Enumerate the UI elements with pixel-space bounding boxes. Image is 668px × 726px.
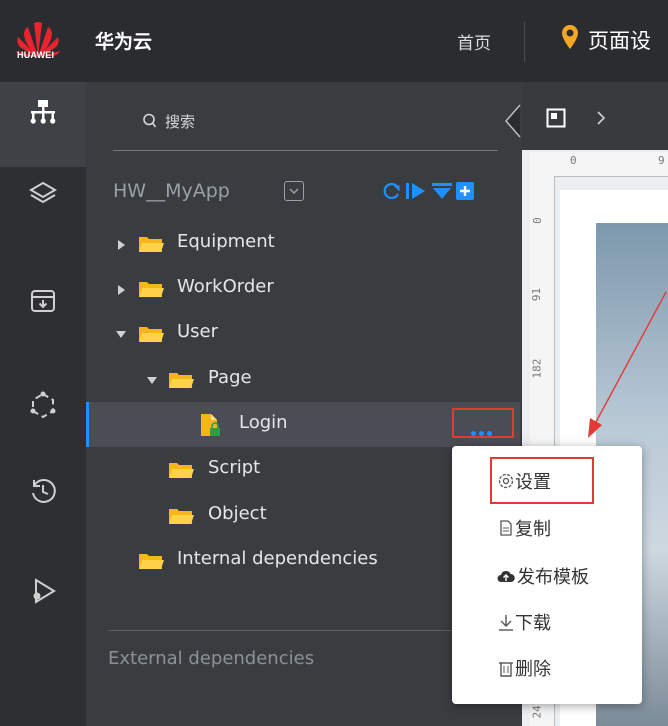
folder-icon bbox=[139, 282, 164, 297]
tree-item-user[interactable]: User bbox=[177, 321, 218, 342]
folder-open-icon bbox=[139, 327, 164, 342]
cloud-upload-icon bbox=[497, 570, 515, 582]
tree-item-workorder[interactable]: WorkOrder bbox=[177, 276, 274, 297]
menu-item-publish-template[interactable]: 发布模板 bbox=[517, 563, 589, 589]
refresh-icon[interactable] bbox=[382, 181, 402, 201]
trash-icon bbox=[499, 662, 513, 677]
home-link[interactable]: 首页 bbox=[457, 29, 491, 54]
menu-item-download[interactable]: 下载 bbox=[515, 609, 551, 635]
tree-item-object[interactable]: Object bbox=[208, 503, 267, 524]
folder-icon bbox=[139, 237, 164, 252]
add-icon[interactable] bbox=[455, 181, 475, 201]
collapse-arrow-icon[interactable] bbox=[116, 331, 126, 338]
gear-icon bbox=[498, 473, 514, 489]
collapse-panel-icon[interactable] bbox=[504, 103, 522, 139]
tree-item-internal-dependencies[interactable]: Internal dependencies bbox=[177, 548, 378, 569]
copy-icon bbox=[500, 520, 512, 536]
tree-item-script[interactable]: Script bbox=[208, 457, 260, 478]
huawei-logo-icon[interactable] bbox=[14, 12, 62, 70]
archive-download-icon[interactable] bbox=[28, 285, 58, 315]
folder-icon bbox=[169, 463, 194, 478]
menu-item-settings[interactable]: 设置 bbox=[515, 468, 551, 494]
tree-item-equipment[interactable]: Equipment bbox=[177, 231, 275, 252]
ruler-label: 9 bbox=[658, 154, 665, 167]
header-divider bbox=[524, 22, 525, 62]
tree-structure-icon[interactable] bbox=[28, 97, 58, 127]
app-name[interactable]: HW__MyApp bbox=[113, 180, 230, 202]
ruler-label: 0 bbox=[530, 217, 544, 224]
top-bar: HUAWEI 华为云 首页 页面设 bbox=[0, 0, 668, 82]
more-dots-icon bbox=[471, 421, 495, 440]
download-icon bbox=[499, 615, 513, 631]
page-file-icon bbox=[201, 414, 220, 436]
menu-item-copy[interactable]: 复制 bbox=[515, 515, 551, 541]
context-menu: 设置 复制 发布模板 下载 删除 bbox=[452, 446, 642, 704]
tree-item-login[interactable]: Login bbox=[239, 412, 288, 433]
folder-open-icon bbox=[169, 373, 194, 388]
expand-arrow-icon[interactable] bbox=[118, 285, 125, 295]
search-icon bbox=[143, 113, 157, 128]
ruler-label: 182 bbox=[530, 358, 544, 379]
location-pin-icon bbox=[562, 25, 578, 49]
connection-cycle-icon[interactable] bbox=[28, 390, 58, 420]
logo-text: HUAWEI bbox=[17, 50, 55, 60]
collapse-all-icon[interactable] bbox=[431, 181, 453, 201]
collapse-arrow-icon[interactable] bbox=[147, 377, 157, 384]
page-layout-icon[interactable] bbox=[546, 108, 566, 128]
annotation-arrow bbox=[588, 291, 667, 438]
horizontal-ruler: 0 9 bbox=[530, 152, 668, 177]
expand-arrow-icon[interactable] bbox=[118, 240, 125, 250]
canvas-toolbar bbox=[522, 82, 668, 150]
search-input[interactable]: 搜索 bbox=[165, 111, 195, 132]
folder-icon bbox=[139, 554, 164, 569]
chevron-down-icon bbox=[289, 188, 299, 195]
menu-item-delete[interactable]: 删除 bbox=[515, 655, 551, 681]
folder-icon bbox=[169, 509, 194, 524]
ruler-label: 91 bbox=[530, 287, 544, 302]
ruler-label: 0 bbox=[570, 154, 577, 167]
page-title: 页面设 bbox=[588, 29, 651, 53]
chevron-right-icon[interactable] bbox=[596, 111, 606, 125]
tree-item-page[interactable]: Page bbox=[208, 367, 252, 388]
debug-run-icon[interactable] bbox=[28, 576, 58, 606]
external-dependencies-label[interactable]: External dependencies bbox=[108, 648, 314, 669]
brand-name[interactable]: 华为云 bbox=[95, 27, 152, 54]
search-box[interactable]: 搜索 bbox=[113, 82, 498, 151]
run-icon[interactable] bbox=[405, 181, 427, 201]
more-actions-button[interactable] bbox=[452, 408, 514, 438]
history-icon[interactable] bbox=[28, 476, 58, 506]
app-dropdown[interactable] bbox=[284, 181, 304, 201]
layers-icon[interactable] bbox=[28, 178, 58, 208]
